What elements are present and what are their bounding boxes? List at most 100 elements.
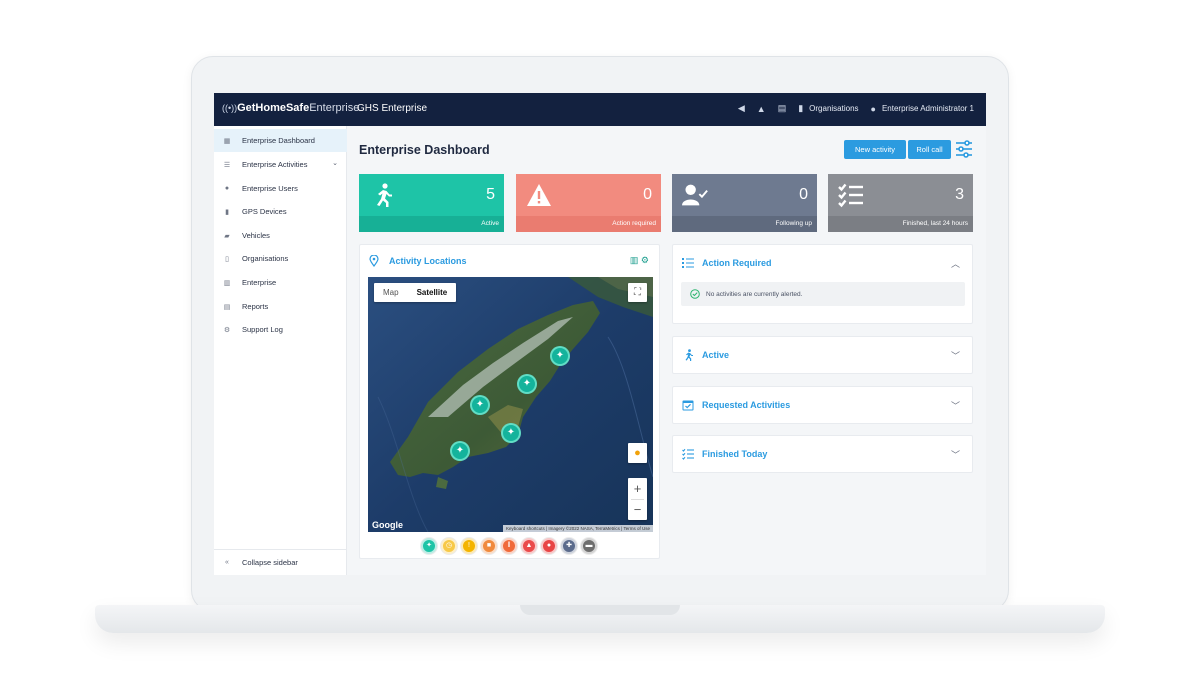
speaker-icon[interactable]: ◀ (738, 103, 745, 114)
stat-card-active[interactable]: 5 Active (359, 174, 504, 232)
zoom-in-button[interactable]: + (628, 478, 647, 499)
top-bar: ((•)) GetHomeSafeEnterprise GHS Enterpri… (214, 93, 986, 126)
sidebar-item-label: GPS Devices (242, 207, 287, 216)
brand-suffix: Enterprise (309, 102, 360, 114)
sidebar-item-label: Organisations (242, 254, 289, 263)
bell-icon[interactable]: ▲ (757, 104, 766, 114)
list-icon (682, 258, 694, 268)
street-view-pegman-icon[interactable]: ● (628, 443, 647, 463)
action-required-count: 0 (643, 186, 652, 203)
user-check-icon (682, 184, 708, 206)
legend-sos-icon: ● (541, 538, 557, 554)
dashboard-icon: ▦ (223, 137, 231, 145)
chevron-down-icon[interactable]: ﹀ (951, 399, 960, 412)
map-view-icon[interactable]: ▥ (630, 255, 639, 265)
sidebar-item-label: Enterprise (242, 278, 277, 287)
no-alerts-message: No activities are currently alerted. (681, 282, 965, 306)
check-circle-icon (690, 289, 700, 299)
sidebar-item-support-log[interactable]: ⚙ Support Log (214, 318, 347, 341)
zoom-divider (631, 499, 644, 500)
map-tools: ▥ ⚙ (630, 255, 649, 266)
vehicle-icon: ▰ (224, 232, 230, 240)
map-imagery (368, 277, 653, 532)
finished-count: 3 (955, 186, 964, 203)
report-icon: ▤ (223, 303, 231, 311)
new-activity-button[interactable]: New activity (844, 140, 906, 159)
sidebar-item-gps-devices[interactable]: ▮ GPS Devices (214, 200, 347, 223)
walker-icon (377, 183, 392, 207)
no-alerts-text: No activities are currently alerted. (706, 290, 803, 298)
following-up-count: 0 (799, 186, 808, 203)
user-icon: ● (224, 185, 230, 192)
stat-card-action-required[interactable]: 0 Action required (516, 174, 661, 232)
legend-alert-icon: ! (461, 538, 477, 554)
wifi-logo-icon: ((•)) (222, 103, 238, 113)
finished-today-title: Finished Today (702, 449, 768, 459)
zoom-control: + − (628, 478, 647, 520)
legend-pause-icon: ‖ (501, 538, 517, 554)
top-bar-actions: ◀ ▲ ▤ ▮ Organisations ● Enterprise Admin… (738, 103, 974, 114)
sidebar-item-vehicles[interactable]: ▰ Vehicles (214, 224, 347, 247)
collapse-sidebar-button[interactable]: « Collapse sidebar (214, 549, 347, 575)
zoom-out-button[interactable]: − (628, 499, 647, 520)
checklist-icon (682, 448, 694, 460)
laptop-notch (520, 605, 680, 615)
sidebar-item-enterprise-dashboard[interactable]: ▦ Enterprise Dashboard (214, 129, 347, 152)
sidebar-item-enterprise-users[interactable]: ● Enterprise Users (214, 177, 347, 200)
sidebar-item-enterprise-activities[interactable]: ☰ Enterprise Activities ⌄ (214, 153, 347, 176)
map-type-satellite-button[interactable]: Satellite (408, 283, 457, 302)
activity-locations-title: Activity Locations (389, 256, 467, 266)
location-pin-icon (369, 255, 379, 267)
action-required-title[interactable]: Action Required (702, 258, 772, 268)
stat-card-finished[interactable]: 3 Finished, last 24 hours (828, 174, 973, 232)
finished-label: Finished, last 24 hours (828, 216, 973, 232)
active-accordion[interactable]: Active ﹀ (672, 336, 973, 374)
walker-icon (685, 349, 693, 361)
brand-logo[interactable]: ((•)) GetHomeSafeEnterprise (222, 102, 359, 114)
support-icon: ⚙ (223, 326, 231, 334)
inbox-icon[interactable]: ▤ (778, 103, 787, 114)
user-menu[interactable]: Enterprise Administrator 1 (882, 104, 974, 113)
sidebar: ▦ Enterprise Dashboard ☰ Enterprise Acti… (214, 126, 347, 575)
legend-warning-icon: ▲ (521, 538, 537, 554)
activity-marker[interactable]: ✦ (501, 423, 521, 443)
activity-marker[interactable]: ✦ (517, 374, 537, 394)
organisations-link[interactable]: Organisations (809, 104, 858, 113)
map-type-toggle: Map Satellite (374, 283, 457, 302)
action-required-label: Action required (516, 216, 661, 232)
map-attribution[interactable]: Keyboard shortcuts | Imagery ©2022 NASA,… (502, 525, 653, 532)
app-screen: ((•)) GetHomeSafeEnterprise GHS Enterpri… (214, 93, 986, 575)
legend-walker-icon: ✦ (421, 538, 437, 554)
legend-stop-icon: ■ (481, 538, 497, 554)
sidebar-item-enterprise[interactable]: ▥ Enterprise (214, 271, 347, 294)
activity-marker[interactable]: ✦ (470, 395, 490, 415)
stat-card-following-up[interactable]: 0 Following up (672, 174, 817, 232)
fullscreen-icon[interactable]: ⛶ (628, 283, 647, 302)
organisations-icon: ▮ (798, 103, 804, 113)
app-title: GHS Enterprise (357, 103, 428, 114)
chevron-down-icon[interactable]: ⌄ (332, 159, 338, 167)
sidebar-item-reports[interactable]: ▤ Reports (214, 295, 347, 318)
checklist-icon (838, 183, 863, 208)
satellite-map[interactable]: Map Satellite ⛶ ● + − ✦ ✦ ✦ ✦ ✦ Google K… (368, 277, 653, 532)
requested-activities-accordion[interactable]: Requested Activities ﹀ (672, 386, 973, 424)
calendar-icon (682, 400, 694, 411)
device-icon: ▮ (225, 208, 229, 216)
sidebar-item-label: Support Log (242, 325, 283, 334)
google-logo: Google (372, 520, 403, 530)
activity-marker[interactable]: ✦ (450, 441, 470, 461)
map-type-map-button[interactable]: Map (374, 283, 408, 302)
chevron-up-icon[interactable]: ︿ (951, 257, 960, 270)
finished-today-accordion[interactable]: Finished Today ﹀ (672, 435, 973, 473)
roll-call-button[interactable]: Roll call (908, 140, 951, 159)
sidebar-item-organisations[interactable]: ▯ Organisations (214, 247, 347, 270)
active-title: Active (702, 350, 730, 360)
activity-marker[interactable]: ✦ (550, 346, 570, 366)
chevron-down-icon[interactable]: ﹀ (951, 349, 960, 362)
chevron-down-icon[interactable]: ﹀ (951, 448, 960, 461)
sidebar-item-label: Vehicles (242, 231, 270, 240)
sidebar-item-label: Enterprise Users (242, 184, 298, 193)
legend-car-icon: ▬ (581, 538, 597, 554)
filter-settings-icon[interactable] (955, 139, 973, 159)
map-settings-icon[interactable]: ⚙ (641, 255, 649, 265)
